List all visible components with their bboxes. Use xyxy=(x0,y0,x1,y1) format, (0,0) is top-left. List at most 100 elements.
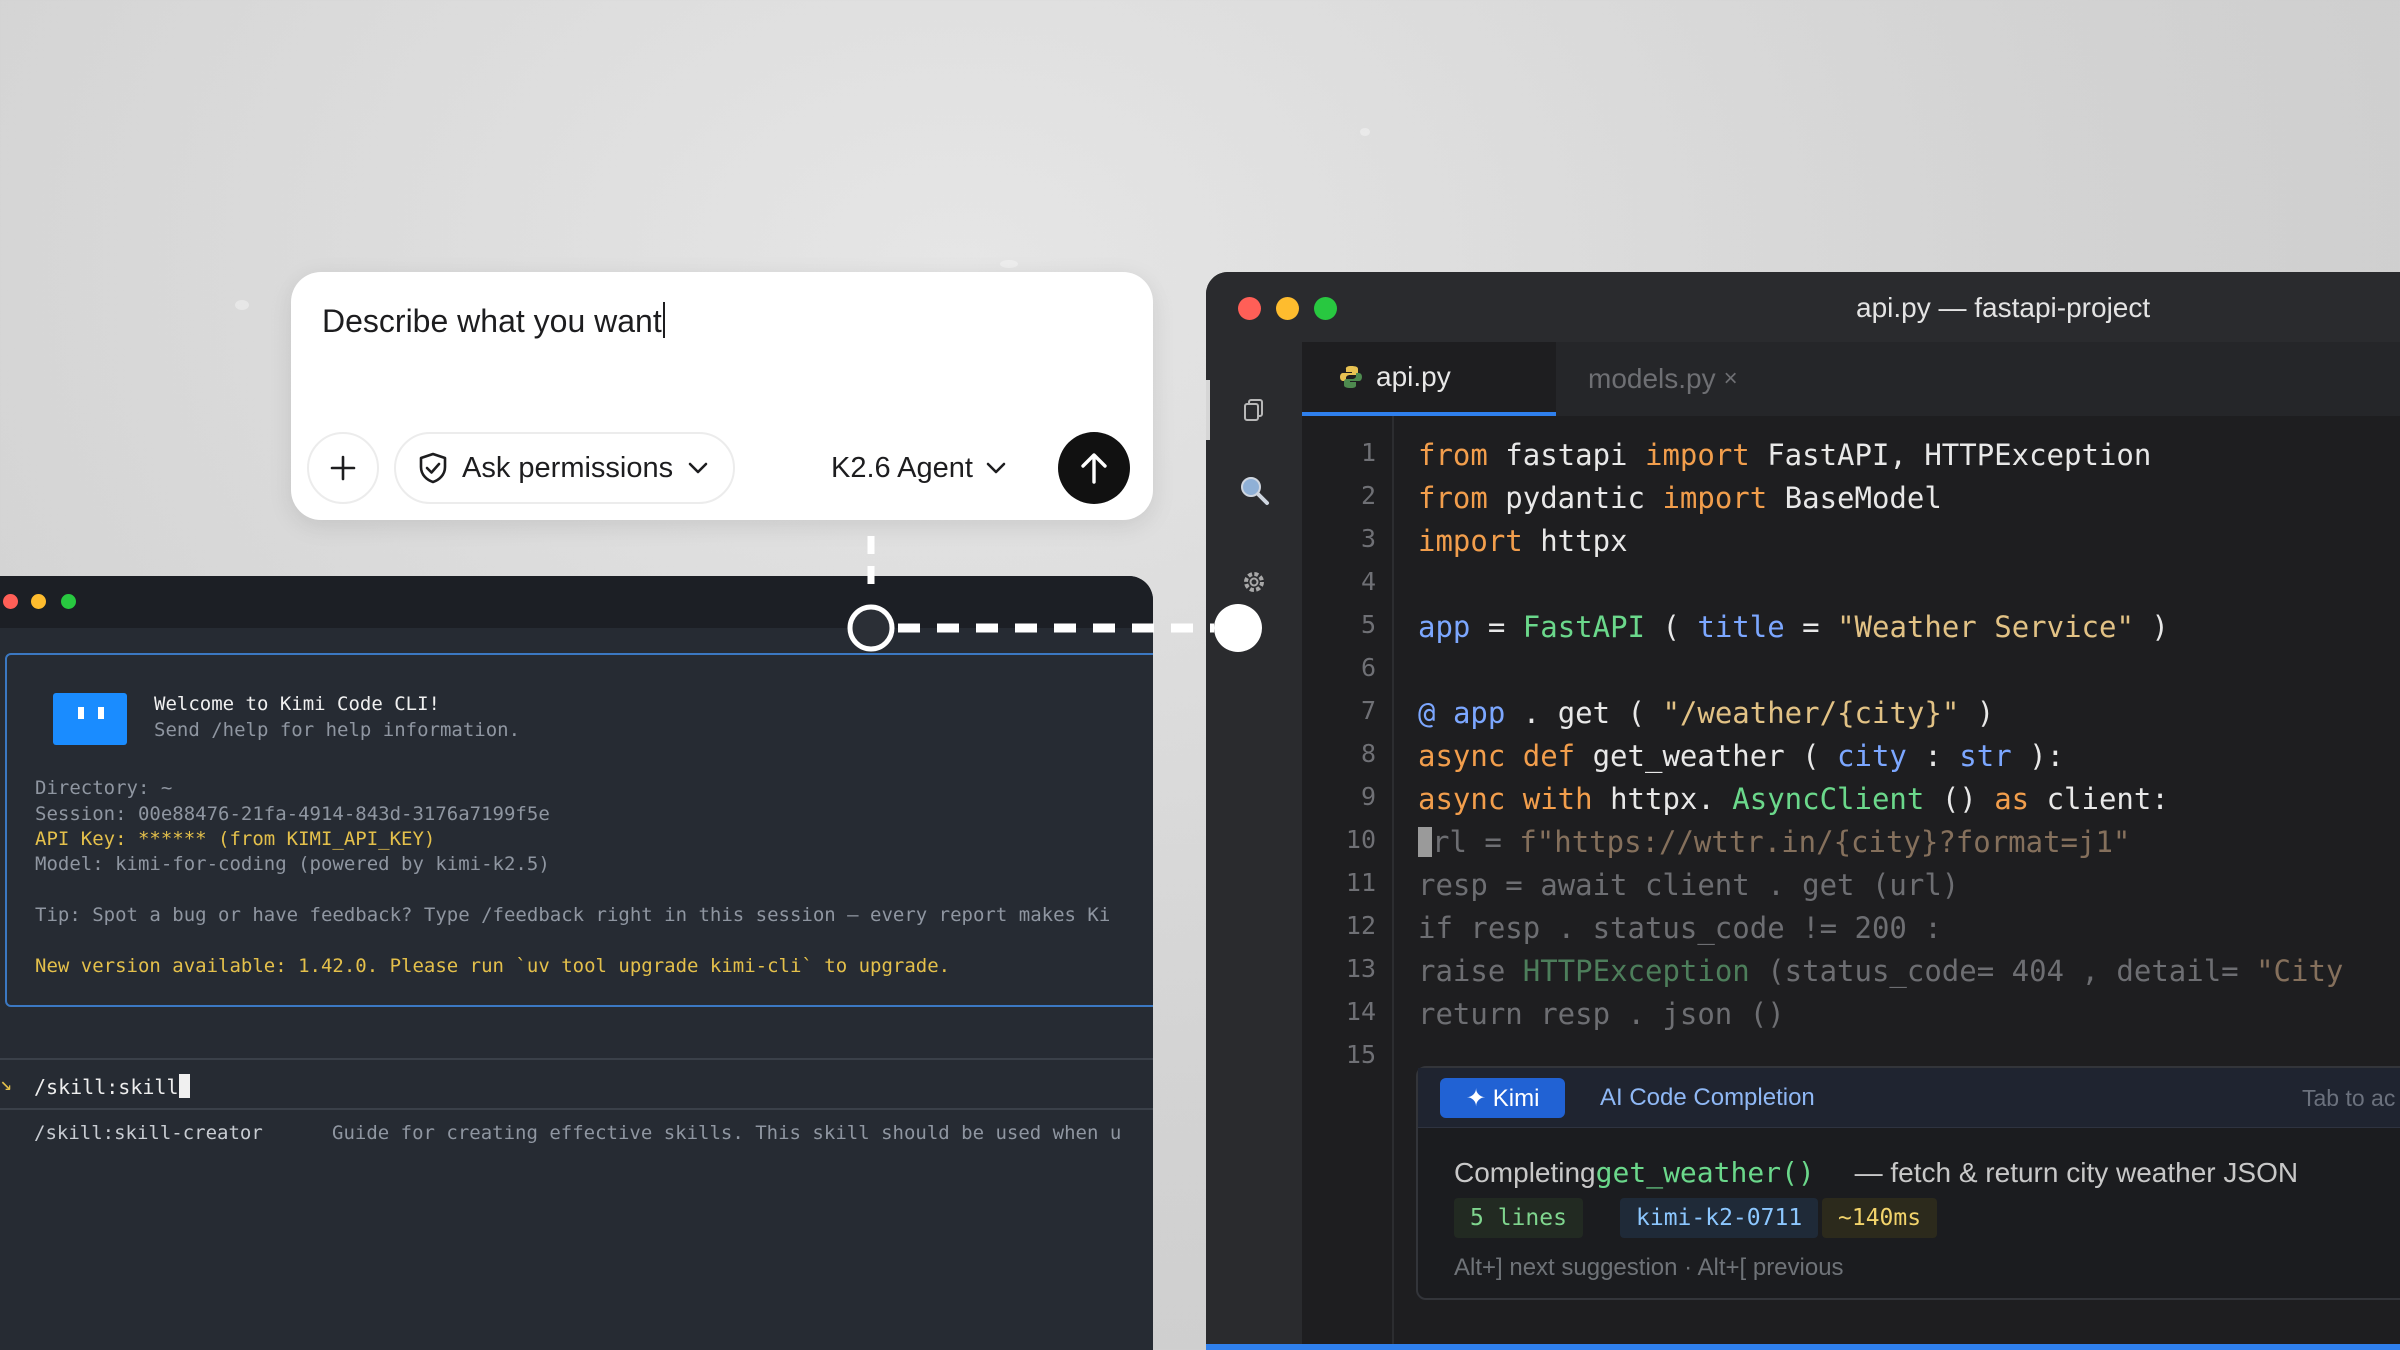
line-number: 6 xyxy=(1360,653,1376,682)
completion-title: AI Code Completion xyxy=(1600,1084,1815,1111)
editor-status-accent xyxy=(1206,1344,2400,1350)
line-number: 3 xyxy=(1360,524,1376,553)
close-icon[interactable]: × xyxy=(1724,365,1738,393)
terminal-divider xyxy=(0,1108,1153,1110)
explorer-button[interactable] xyxy=(1238,394,1270,426)
code-line: resp = await client . get (url) xyxy=(1418,868,1959,902)
code-token: . get ( xyxy=(1505,696,1663,730)
terminal-cursor xyxy=(178,1074,190,1098)
code-token: @ xyxy=(1418,696,1436,730)
kimi-logo-eye xyxy=(98,707,104,719)
suggestion-description: Guide for creating effective skills. Thi… xyxy=(332,1122,1122,1144)
model-selector[interactable]: K2.6 Agent xyxy=(831,432,1007,504)
code-token: import xyxy=(1662,481,1768,515)
code-token: if resp . status_code != 200 : xyxy=(1418,911,1942,945)
welcome-subtitle: Send /help for help information. xyxy=(154,719,521,741)
tab-api-py[interactable]: api.py xyxy=(1302,342,1556,416)
code-line: app = FastAPI ( title = "Weather Service… xyxy=(1418,610,2169,644)
line-number: 5 xyxy=(1360,610,1376,639)
editor-cursor xyxy=(1418,827,1432,857)
line-number-gutter: 1 2 3 4 5 6 7 8 9 10 11 12 13 14 15 xyxy=(1302,416,1394,1350)
terminal-command-input[interactable]: /skill:skill xyxy=(34,1074,190,1098)
code-token: FastAPI, HTTPException xyxy=(1749,438,2152,472)
terminal-titlebar xyxy=(0,576,1153,628)
code-token: client: xyxy=(2029,782,2169,816)
completion-summary: Completingget_weather() — fetch & return… xyxy=(1454,1156,2298,1189)
model-line: Model: kimi-for-coding (powered by kimi-… xyxy=(35,853,550,875)
terminal-minimize-dot[interactable] xyxy=(31,594,46,609)
line-number: 10 xyxy=(1345,825,1376,854)
chip-model: kimi-k2-0711 xyxy=(1620,1198,1819,1238)
code-token: app xyxy=(1418,610,1471,644)
code-token: import xyxy=(1644,438,1750,472)
permissions-dropdown[interactable]: Ask permissions xyxy=(394,432,735,504)
code-token: httpx. xyxy=(1592,782,1733,816)
code-token: pydantic xyxy=(1487,481,1663,515)
code-line: from fastapi import FastAPI, HTTPExcepti… xyxy=(1418,438,2151,472)
code-token: : xyxy=(1906,739,1960,773)
code-token: "Weather Service" xyxy=(1837,610,2134,644)
line-number: 7 xyxy=(1360,696,1376,725)
terminal-close-dot[interactable] xyxy=(3,594,18,609)
code-line: async def get_weather ( city : str ): xyxy=(1418,739,2064,773)
update-notice: New version available: 1.42.0. Please ru… xyxy=(35,955,951,977)
code-line: if resp . status_code != 200 : xyxy=(1418,911,1942,945)
text-caret xyxy=(662,302,665,338)
editor-tab-bar: api.py models.py × xyxy=(1302,342,2400,416)
chevron-down-icon xyxy=(688,462,708,474)
terminal-divider xyxy=(0,1058,1153,1060)
suggestion-item-skill-creator[interactable]: /skill:skill-creator xyxy=(34,1124,263,1143)
send-button[interactable] xyxy=(1058,432,1130,504)
terminal-maximize-dot[interactable] xyxy=(61,594,76,609)
chip-latency: ~140ms xyxy=(1822,1198,1938,1238)
prompt-arrow-icon: ↘ xyxy=(0,1071,13,1095)
background-speck xyxy=(1000,260,1018,268)
code-line: import httpx xyxy=(1418,524,1628,558)
tab-models-py[interactable]: models.py × xyxy=(1588,342,1738,416)
code-token: str xyxy=(1959,739,2012,773)
line-number: 8 xyxy=(1360,739,1376,768)
code-token: FastAPI xyxy=(1522,610,1645,644)
search-icon xyxy=(1241,477,1269,505)
accept-hint: Tab to ac xyxy=(2302,1085,2396,1111)
code-token: HTTPException xyxy=(1522,954,1750,988)
editor-maximize-dot[interactable] xyxy=(1314,297,1337,320)
permissions-label: Ask permissions xyxy=(462,451,674,484)
code-token: httpx xyxy=(1522,524,1628,558)
gear-icon xyxy=(1244,572,1264,592)
line-number: 2 xyxy=(1360,481,1376,510)
code-token: from xyxy=(1418,438,1488,472)
shield-check-icon xyxy=(419,452,447,484)
code-token: async def xyxy=(1418,739,1576,773)
line-number: 13 xyxy=(1345,954,1376,983)
editor-close-dot[interactable] xyxy=(1238,297,1261,320)
code-token: = xyxy=(1470,610,1523,644)
code-token: city xyxy=(1837,739,1907,773)
prompt-composer: Describe what you want Ask permissions K… xyxy=(291,272,1153,520)
completing-label: Completing xyxy=(1454,1157,1596,1188)
code-token: = xyxy=(1784,610,1838,644)
code-token: (status_code= 404 , detail= xyxy=(1749,954,2257,988)
prompt-input[interactable]: Describe what you want xyxy=(322,302,665,340)
line-number: 15 xyxy=(1345,1040,1376,1069)
completion-footer: Alt+] next suggestion · Alt+[ previous xyxy=(1454,1254,1844,1281)
api-key-line: API Key: ****** (from KIMI_API_KEY) xyxy=(35,828,436,850)
add-attachment-button[interactable] xyxy=(307,432,379,504)
line-number: 9 xyxy=(1360,782,1376,811)
code-token: async with xyxy=(1418,782,1593,816)
editor-minimize-dot[interactable] xyxy=(1276,297,1299,320)
code-token: ) xyxy=(1959,696,1995,730)
directory-line: Directory: ~ xyxy=(35,777,173,799)
files-icon xyxy=(1244,399,1263,421)
settings-button[interactable] xyxy=(1238,566,1270,598)
code-token: ( xyxy=(1645,610,1698,644)
code-line: from pydantic import BaseModel xyxy=(1418,481,1942,515)
search-button[interactable] xyxy=(1238,474,1270,506)
code-token: ) xyxy=(2133,610,2169,644)
code-token: import xyxy=(1418,524,1523,558)
code-token: BaseModel xyxy=(1767,481,1942,515)
kimi-badge: ✦ Kimi xyxy=(1440,1078,1566,1118)
welcome-panel: Welcome to Kimi Code CLI! Send /help for… xyxy=(5,653,1153,1007)
code-token: AsyncClient xyxy=(1732,782,1925,816)
